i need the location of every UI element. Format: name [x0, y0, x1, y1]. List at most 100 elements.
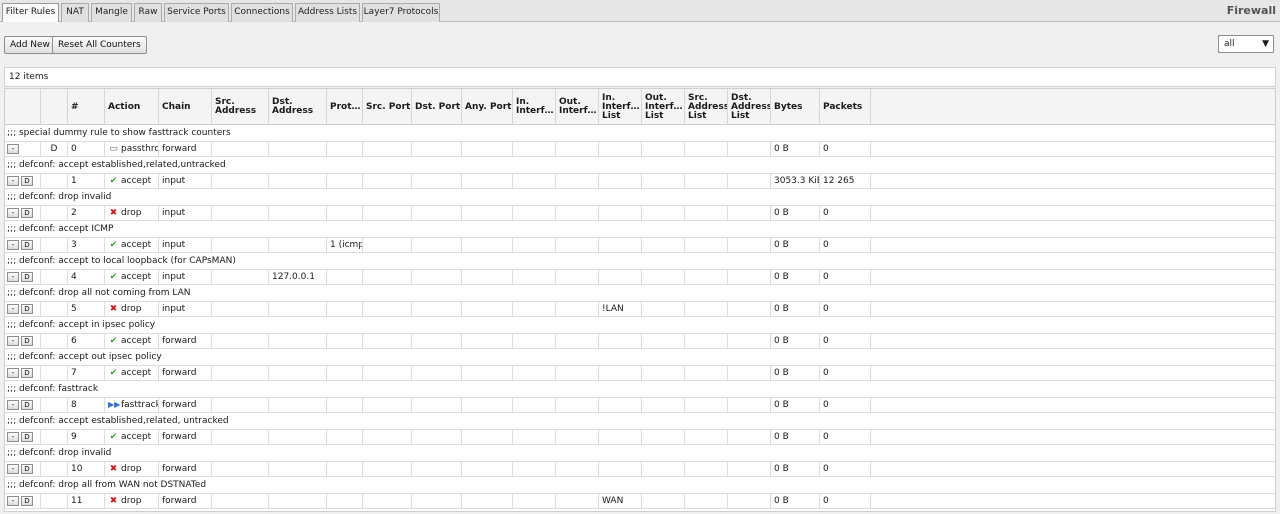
tab-raw[interactable]: Raw — [134, 3, 162, 22]
cell-protocol — [327, 366, 363, 380]
filter-select[interactable]: all ▼ — [1218, 35, 1274, 53]
table-row[interactable]: -D0▭passthroughforward0 B0 — [5, 141, 1275, 157]
table-row[interactable]: - D 2 ✖ drop input 0 B0 — [5, 205, 1275, 221]
cell-bytes: 0 B — [771, 334, 820, 348]
remove-rule-button[interactable]: - — [7, 496, 19, 506]
cell-src-address-list — [685, 462, 728, 476]
cross-icon: ✖ — [109, 464, 118, 474]
cell-action: ▶▶fasttrack — [105, 398, 159, 412]
tab-filter-rules[interactable]: Filter Rules — [2, 3, 59, 23]
cell-action: ✖ drop — [105, 302, 159, 316]
table-row[interactable]: - D 3 ✔ accept input 1 (icmp 0 B0 — [5, 237, 1275, 253]
header-col-chain[interactable]: Chain — [159, 89, 212, 125]
cell-dst-address — [269, 302, 327, 316]
cell-remove: -D — [5, 398, 41, 412]
disable-rule-button[interactable]: D — [21, 432, 33, 442]
remove-rule-button[interactable]: - — [7, 240, 19, 250]
header-col-in-interface-list[interactable]: In. Interf… List — [599, 89, 642, 125]
header-col-disable[interactable] — [41, 89, 68, 125]
cell-out-interface — [556, 494, 599, 508]
header-col-bytes[interactable]: Bytes — [771, 89, 820, 125]
table-row[interactable]: - D 6 ✔ accept forward 0 B0 — [5, 333, 1275, 349]
remove-rule-button[interactable]: - — [7, 432, 19, 442]
table-row[interactable]: - D 7 ✔ accept forward 0 B0 — [5, 365, 1275, 381]
cell-out-interface-list — [642, 270, 685, 284]
remove-rule-button[interactable]: - — [7, 400, 19, 410]
remove-rule-button[interactable]: - — [7, 208, 19, 218]
header-col-in-interface[interactable]: In. Interf… — [513, 89, 556, 125]
rule-comment: ;;; special dummy rule to show fasttrack… — [5, 125, 1275, 141]
tab-service-ports[interactable]: Service Ports — [164, 3, 229, 22]
rule-comment: ;;; defconf: accept out ipsec policy — [5, 349, 1275, 365]
cell-dst-address — [269, 334, 327, 348]
header-col-protocol[interactable]: Prot… — [327, 89, 363, 125]
header-col-dst-address-list[interactable]: Dst. Address List — [728, 89, 771, 125]
disable-rule-button[interactable]: D — [21, 464, 33, 474]
disable-rule-button[interactable]: D — [21, 240, 33, 250]
remove-rule-button[interactable]: - — [7, 272, 19, 282]
cell-dst-port — [412, 174, 462, 188]
header-col-src-address-list[interactable]: Src. Address List — [685, 89, 728, 125]
action-label: drop — [121, 208, 142, 218]
header-col-dst-address[interactable]: Dst. Address — [269, 89, 327, 125]
disable-rule-button[interactable]: D — [21, 400, 33, 410]
tab-nat[interactable]: NAT — [61, 3, 89, 22]
header-col-out-interface-list[interactable]: Out. Interf… List — [642, 89, 685, 125]
header-col-src-address[interactable]: Src. Address — [212, 89, 269, 125]
tab-address-lists[interactable]: Address Lists — [295, 3, 360, 22]
disable-rule-button[interactable]: D — [21, 304, 33, 314]
header-col-packets[interactable]: Packets — [820, 89, 871, 125]
cell-bytes: 0 B — [771, 462, 820, 476]
cell-disable — [41, 462, 68, 476]
cell-packets: 0 — [820, 238, 871, 252]
cell-disable — [41, 206, 68, 220]
header-col-action[interactable]: Action — [105, 89, 159, 125]
tab-connections[interactable]: Connections — [231, 3, 293, 22]
toolbar: Add New Reset All Counters all ▼ — [0, 22, 1280, 66]
table-row[interactable]: - D 4 ✔ accept input 127.0.0.1 0 B0 — [5, 269, 1275, 285]
cell-bytes: 0 B — [771, 430, 820, 444]
disable-rule-button[interactable]: D — [21, 272, 33, 282]
cell-src-port — [363, 366, 412, 380]
remove-rule-button[interactable]: - — [7, 368, 19, 378]
cell-chain: input — [159, 238, 212, 252]
tab-layer7-protocols[interactable]: Layer7 Protocols — [362, 3, 440, 22]
disable-rule-button[interactable]: D — [21, 496, 33, 506]
table-row[interactable]: - D 10 ✖ drop forward 0 B0 — [5, 461, 1275, 477]
table-row[interactable]: - D 5 ✖ drop input !LAN 0 B0 — [5, 301, 1275, 317]
cell-out-interface-list — [642, 366, 685, 380]
cell-out-interface — [556, 366, 599, 380]
add-new-button[interactable]: Add New — [4, 36, 56, 54]
header-col-out-interface[interactable]: Out. Interf… — [556, 89, 599, 125]
remove-rule-button[interactable]: - — [7, 176, 19, 186]
remove-rule-button[interactable]: - — [7, 144, 19, 154]
rule-comment: ;;; defconf: accept ICMP — [5, 221, 1275, 237]
disable-rule-button[interactable]: D — [21, 176, 33, 186]
cell-in-interface-list — [599, 206, 642, 220]
header-col-dst-port[interactable]: Dst. Port — [412, 89, 462, 125]
disable-rule-button[interactable]: D — [21, 368, 33, 378]
remove-rule-button[interactable]: - — [7, 336, 19, 346]
header-col-number[interactable]: # — [68, 89, 105, 125]
cell-dst-address — [269, 398, 327, 412]
disable-rule-button[interactable]: D — [21, 336, 33, 346]
header-col-src-port[interactable]: Src. Port — [363, 89, 412, 125]
table-row[interactable]: - D 8 ▶▶fasttrack forward 0 B0 — [5, 397, 1275, 413]
cell-in-interface — [513, 142, 556, 156]
table-row[interactable]: - D 1 ✔ accept input 3053.3 KiB 12 265 — [5, 173, 1275, 189]
header-col-any-port[interactable]: Any. Port — [462, 89, 513, 125]
table-row[interactable]: - D 9 ✔ accept forward 0 B0 — [5, 429, 1275, 445]
disable-rule-button[interactable]: D — [21, 208, 33, 218]
action-label: passthrough — [121, 144, 159, 154]
remove-rule-button[interactable]: - — [7, 464, 19, 474]
cell-action: ✔ accept — [105, 270, 159, 284]
tab-bar: Filter Rules NAT Mangle Raw Service Port… — [0, 0, 1280, 23]
header-col-remove[interactable] — [5, 89, 41, 125]
reset-all-counters-button[interactable]: Reset All Counters — [52, 36, 147, 54]
cell-action: ✔ accept — [105, 238, 159, 252]
table-row[interactable]: - D 11 ✖ drop forward WAN 0 B0 — [5, 493, 1275, 509]
cell-chain: input — [159, 206, 212, 220]
tab-mangle[interactable]: Mangle — [91, 3, 132, 22]
remove-rule-button[interactable]: - — [7, 304, 19, 314]
cell-dst-address — [269, 174, 327, 188]
